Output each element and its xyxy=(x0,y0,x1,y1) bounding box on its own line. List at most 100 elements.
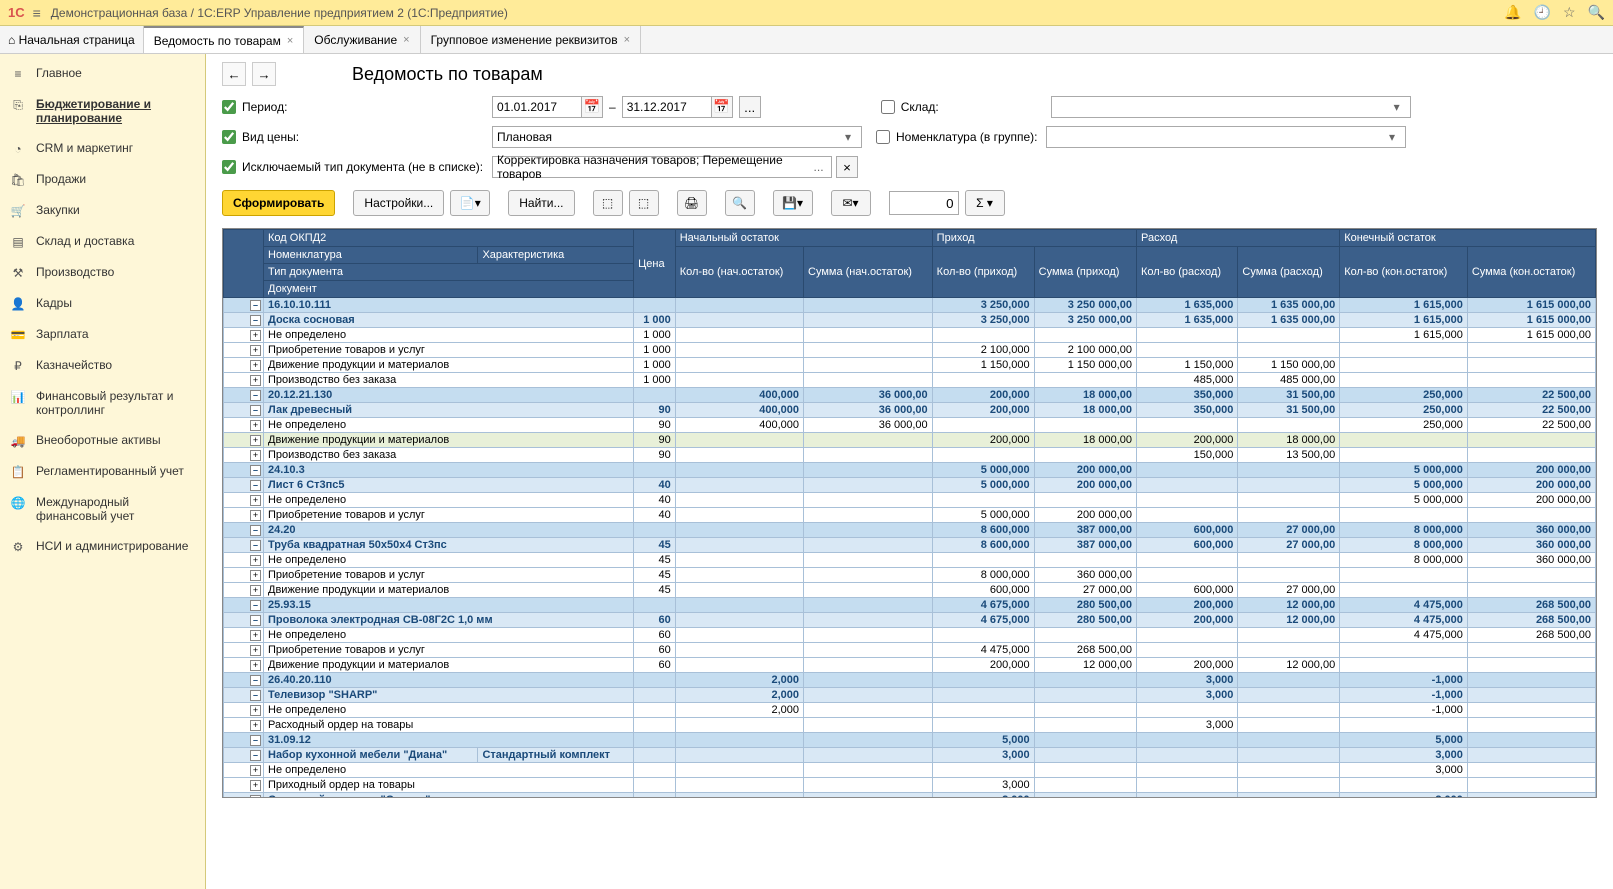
date-from-picker-button[interactable]: 📅 xyxy=(581,96,603,118)
sidebar-item[interactable]: ⚒Производство xyxy=(0,257,205,288)
settings-button[interactable]: Настройки... xyxy=(353,190,444,216)
date-to-picker-button[interactable]: 📅 xyxy=(711,96,733,118)
tree-toggle[interactable]: + xyxy=(250,450,261,461)
nomenclature-dropdown[interactable]: ▾ xyxy=(1046,126,1406,148)
grid-row[interactable]: –25.93.154 675,000280 500,00200,00012 00… xyxy=(224,598,1596,613)
grid-row[interactable]: +Движение продукции и материалов60200,00… xyxy=(224,658,1596,673)
find-button[interactable]: Найти... xyxy=(508,190,574,216)
tree-toggle[interactable]: + xyxy=(250,780,261,791)
tab[interactable]: ⌂ Начальная страница xyxy=(0,26,144,53)
tree-toggle[interactable]: – xyxy=(250,540,261,551)
grid-row[interactable]: +Приобретение товаров и услуг405 000,000… xyxy=(224,508,1596,523)
grid-row[interactable]: +Движение продукции и материалов90200,00… xyxy=(224,433,1596,448)
grid-row[interactable]: +Расходный ордер на товары3,000 xyxy=(224,718,1596,733)
tree-toggle[interactable]: – xyxy=(250,525,261,536)
tree-toggle[interactable]: – xyxy=(250,390,261,401)
tree-toggle[interactable]: + xyxy=(250,375,261,386)
sidebar-item[interactable]: ⎘Бюджетирование и планирование xyxy=(0,89,205,133)
collapse-button[interactable]: ⬚ xyxy=(629,190,659,216)
settings-menu-button[interactable]: 📄▾ xyxy=(450,190,490,216)
tree-toggle[interactable]: – xyxy=(250,615,261,626)
grid-row[interactable]: +Не определено458 000,000360 000,00 xyxy=(224,553,1596,568)
grid-row[interactable]: –24.208 600,000387 000,00600,00027 000,0… xyxy=(224,523,1596,538)
warehouse-dropdown[interactable]: ▾ xyxy=(1051,96,1411,118)
sidebar-item[interactable]: ◔CRM и маркетинг xyxy=(0,133,205,164)
sidebar-item[interactable]: ▤Склад и доставка xyxy=(0,226,205,257)
excluded-checkbox[interactable] xyxy=(222,160,236,174)
grid-row[interactable]: –Набор кухонной мебели "Диана"Стандартны… xyxy=(224,748,1596,763)
grid-row[interactable]: +Не определено604 475,000268 500,00 xyxy=(224,628,1596,643)
nav-forward-button[interactable]: → xyxy=(252,62,276,86)
date-more-button[interactable]: ... xyxy=(739,96,761,118)
mail-button[interactable]: ✉▾ xyxy=(831,190,871,216)
grid-row[interactable]: +Производство без заказа90150,00013 500,… xyxy=(224,448,1596,463)
price-type-checkbox[interactable] xyxy=(222,130,236,144)
history-icon[interactable]: 🕘 xyxy=(1534,4,1551,21)
tree-toggle[interactable]: + xyxy=(250,705,261,716)
grid-row[interactable]: –26.40.20.1102,0003,000-1,000 xyxy=(224,673,1596,688)
star-icon[interactable]: ☆ xyxy=(1563,4,1576,21)
price-type-dropdown[interactable]: Плановая▾ xyxy=(492,126,862,148)
sidebar-item[interactable]: 👤Кадры xyxy=(0,288,205,319)
tree-toggle[interactable]: + xyxy=(250,660,261,671)
sidebar-item[interactable]: 🚚Внеоборотные активы xyxy=(0,425,205,456)
grid-row[interactable]: –Спальный гарнитур "Стелла"2,0002,000 xyxy=(224,793,1596,799)
nomenclature-checkbox[interactable] xyxy=(876,130,890,144)
tree-toggle[interactable]: – xyxy=(250,690,261,701)
grid-row[interactable]: –Телевизор "SHARP"2,0003,000-1,000 xyxy=(224,688,1596,703)
tree-toggle[interactable]: – xyxy=(250,315,261,326)
grid-row[interactable]: –20.12.21.130400,00036 000,00200,00018 0… xyxy=(224,388,1596,403)
tree-toggle[interactable]: – xyxy=(250,675,261,686)
tree-toggle[interactable]: + xyxy=(250,765,261,776)
grid-row[interactable]: +Приобретение товаров и услуг1 0002 100,… xyxy=(224,343,1596,358)
grid-row[interactable]: +Движение продукции и материалов1 0001 1… xyxy=(224,358,1596,373)
grid-row[interactable]: –Труба квадратная 50х50х4 Ст3пс458 600,0… xyxy=(224,538,1596,553)
tree-toggle[interactable]: + xyxy=(250,495,261,506)
tab-close-icon[interactable]: × xyxy=(403,34,409,46)
grid-row[interactable]: +Движение продукции и материалов45600,00… xyxy=(224,583,1596,598)
tree-toggle[interactable]: + xyxy=(250,360,261,371)
search-icon[interactable]: 🔍 xyxy=(1588,4,1605,21)
tree-toggle[interactable]: + xyxy=(250,630,261,641)
tab[interactable]: Групповое изменение реквизитов× xyxy=(421,26,641,53)
grid-row[interactable]: +Не определено3,000 xyxy=(224,763,1596,778)
sidebar-item[interactable]: ≡Главное xyxy=(0,58,205,89)
tree-toggle[interactable]: + xyxy=(250,345,261,356)
grid-row[interactable]: –16.10.10.1113 250,0003 250 000,001 635,… xyxy=(224,298,1596,313)
tab-close-icon[interactable]: × xyxy=(287,35,293,47)
grid-row[interactable]: +Приобретение товаров и услуг458 000,000… xyxy=(224,568,1596,583)
sidebar-item[interactable]: 📋Регламентированный учет xyxy=(0,456,205,487)
grid-row[interactable]: +Приходный ордер на товары3,000 xyxy=(224,778,1596,793)
grid-row[interactable]: –Лист 6 Ст3пс5405 000,000200 000,005 000… xyxy=(224,478,1596,493)
grid-row[interactable]: +Не определено90400,00036 000,00250,0002… xyxy=(224,418,1596,433)
excluded-dropdown[interactable]: Корректировка назначения товаров; Переме… xyxy=(492,156,832,178)
tree-toggle[interactable]: – xyxy=(250,480,261,491)
grid-row[interactable]: +Не определено2,000-1,000 xyxy=(224,703,1596,718)
generate-button[interactable]: Сформировать xyxy=(222,190,335,216)
bell-icon[interactable]: 🔔 xyxy=(1504,4,1521,21)
nav-back-button[interactable]: ← xyxy=(222,62,246,86)
tree-toggle[interactable]: – xyxy=(250,465,261,476)
tree-toggle[interactable]: + xyxy=(250,555,261,566)
grid-row[interactable]: –24.10.35 000,000200 000,005 000,000200 … xyxy=(224,463,1596,478)
tree-toggle[interactable]: + xyxy=(250,510,261,521)
warehouse-checkbox[interactable] xyxy=(881,100,895,114)
grid-row[interactable]: –Проволока электродная СВ-08Г2С 1,0 мм60… xyxy=(224,613,1596,628)
sidebar-item[interactable]: 📊Финансовый результат и контроллинг xyxy=(0,381,205,425)
grid-row[interactable]: +Не определено1 0001 615,0001 615 000,00 xyxy=(224,328,1596,343)
tree-toggle[interactable]: + xyxy=(250,585,261,596)
sidebar-item[interactable]: 🛍Продажи xyxy=(0,164,205,195)
tab[interactable]: Ведомость по товарам× xyxy=(144,26,305,53)
tree-toggle[interactable]: + xyxy=(250,570,261,581)
preview-button[interactable]: 🔍 xyxy=(725,190,755,216)
tree-toggle[interactable]: – xyxy=(250,405,261,416)
save-button[interactable]: 💾▾ xyxy=(773,190,813,216)
tree-toggle[interactable]: – xyxy=(250,735,261,746)
sidebar-item[interactable]: 🛒Закупки xyxy=(0,195,205,226)
sidebar-item[interactable]: 💳Зарплата xyxy=(0,319,205,350)
tree-toggle[interactable]: – xyxy=(250,795,261,799)
hamburger-icon[interactable]: ≡ xyxy=(33,5,41,21)
grid-row[interactable]: –Лак древесный90400,00036 000,00200,0001… xyxy=(224,403,1596,418)
tree-toggle[interactable]: + xyxy=(250,420,261,431)
date-from-input[interactable] xyxy=(492,96,582,118)
